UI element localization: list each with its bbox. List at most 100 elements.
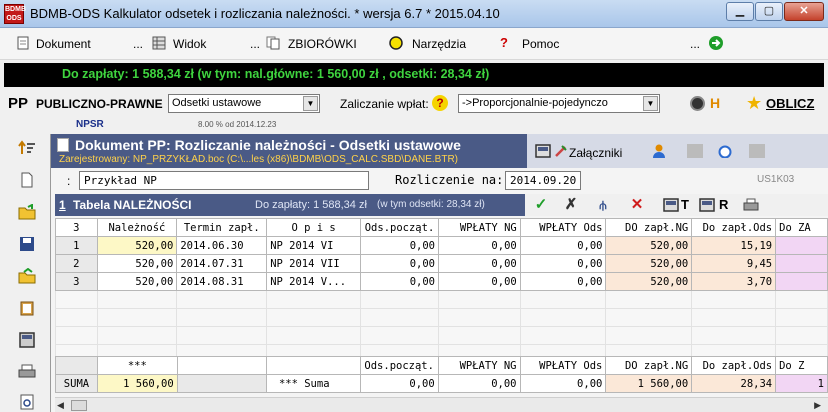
cell-payments-ods[interactable]: 0,00: [519, 272, 607, 291]
cell-amount[interactable]: 520,00: [96, 254, 178, 273]
cell-description[interactable]: NP 2014 VII: [266, 254, 362, 273]
cell-due-date[interactable]: 2014.07.31: [176, 254, 268, 273]
col-header[interactable]: WPŁATY NG: [438, 218, 521, 237]
col-header[interactable]: Do ZA: [775, 218, 828, 237]
cell-payments-ods[interactable]: 0,00: [519, 236, 607, 255]
cell-due-ng: 520,00: [605, 272, 693, 291]
attachments-button[interactable]: Załączniki: [569, 146, 622, 160]
calculator-icon[interactable]: [18, 332, 36, 348]
arrow-right-icon[interactable]: [708, 35, 724, 51]
sort-order-icon[interactable]: [18, 140, 36, 156]
cell-payments-ng[interactable]: 0,00: [438, 236, 521, 255]
menu-widok[interactable]: Widok: [173, 37, 206, 51]
sum-header: Do zapł.Ods: [691, 356, 777, 375]
table-row[interactable]: 2 520,00 2014.07.31 NP 2014 VII 0,00 0,0…: [55, 254, 828, 273]
calculator-icon[interactable]: [535, 144, 551, 158]
save-disk-icon[interactable]: [18, 236, 36, 252]
app-logo: BDMB ODS: [4, 4, 26, 24]
history-h-button[interactable]: H: [710, 95, 720, 111]
settlement-date-input[interactable]: 2014.09.20: [505, 171, 581, 190]
col-header[interactable]: WPŁATY Ods: [519, 218, 607, 237]
scroll-thumb[interactable]: [71, 400, 87, 411]
document-name-input[interactable]: Przykład NP: [79, 171, 369, 190]
close-button[interactable]: ✕: [784, 2, 824, 21]
interest-type-value: Odsetki ustawowe: [172, 97, 262, 109]
cell-initial-interest[interactable]: 0,00: [360, 236, 439, 255]
col-header[interactable]: O p i s: [266, 218, 362, 237]
oblicz-button[interactable]: OBLICZ: [766, 96, 814, 111]
chevron-down-icon[interactable]: ▼: [303, 96, 318, 111]
copy-gray-icon[interactable]: [749, 144, 765, 158]
table-name: Tabela NALEŻNOŚCI: [73, 198, 192, 212]
clipboard-icon[interactable]: [18, 300, 36, 316]
cell-due-date[interactable]: 2014.08.31: [176, 272, 268, 291]
chevron-down-icon[interactable]: ▼: [643, 96, 658, 111]
menu-dots-1[interactable]: ...: [133, 37, 143, 51]
col-header[interactable]: 3: [55, 218, 98, 237]
split-icon[interactable]: ⫛: [595, 197, 611, 213]
preview-icon[interactable]: [18, 394, 36, 410]
sum-header: WPŁATY Ods: [519, 356, 607, 375]
cell-amount[interactable]: 520,00: [96, 272, 178, 291]
export-folder-icon[interactable]: [18, 268, 36, 284]
confirm-check-icon[interactable]: ✓: [533, 197, 549, 213]
cell-payments-ng[interactable]: 0,00: [438, 254, 521, 273]
open-folder-icon[interactable]: [18, 204, 36, 220]
sum-due-total: 1: [775, 374, 828, 393]
cancel-mark-icon[interactable]: ✗: [563, 197, 579, 213]
scroll-right-arrow-icon[interactable]: ▶: [814, 400, 821, 411]
menu-pomoc[interactable]: Pomoc: [522, 37, 559, 51]
user-icon[interactable]: [651, 144, 667, 158]
menu-narzedzia[interactable]: Narzędzia: [412, 37, 466, 51]
cell-amount[interactable]: 520,00: [96, 236, 178, 255]
col-header[interactable]: Do zapł.Ods: [691, 218, 777, 237]
delete-x-icon[interactable]: ✕: [629, 197, 645, 213]
sum-initial-interest: 0,00: [359, 374, 439, 393]
horizontal-scrollbar[interactable]: ◀ ▶: [55, 397, 828, 412]
name-colon: :: [67, 174, 71, 188]
menu-dots-3[interactable]: ...: [690, 37, 700, 51]
pp-row: PP PUBLICZNO-PRAWNE Odsetki ustawowe ▼ Z…: [0, 91, 828, 117]
printer-icon[interactable]: [18, 364, 36, 380]
cell-description[interactable]: NP 2014 VI: [266, 236, 362, 255]
stopwatch-icon[interactable]: [717, 144, 733, 158]
interest-type-select[interactable]: Odsetki ustawowe ▼: [168, 94, 320, 113]
calculator-t-icon[interactable]: [663, 197, 679, 213]
menu-dots-2[interactable]: ...: [250, 37, 260, 51]
cell-payments-ods[interactable]: 0,00: [519, 254, 607, 273]
scroll-left-arrow-icon[interactable]: ◀: [57, 400, 64, 411]
cell-description[interactable]: NP 2014 V...: [266, 272, 362, 291]
cell-due-date[interactable]: 2014.06.30: [176, 236, 268, 255]
col-header[interactable]: Ods.począt.: [360, 218, 439, 237]
payment-help-icon[interactable]: ?: [432, 95, 448, 111]
name-row: : Przykład NP Rozliczenie na: 2014.09.20…: [51, 170, 828, 192]
tool-r-button[interactable]: R: [719, 197, 728, 212]
paperclip-icon[interactable]: [553, 144, 569, 158]
menu-zbiorowki[interactable]: ZBIORÓWKI: [288, 37, 357, 51]
empty-row: [55, 308, 828, 327]
calculator-r-icon[interactable]: [699, 197, 715, 213]
document-gray-icon[interactable]: [687, 144, 703, 158]
minimize-button[interactable]: ▁: [726, 2, 754, 21]
document-panel: Dokument PP: Rozliczanie należności - Od…: [50, 134, 828, 412]
menu-dokument[interactable]: Dokument: [36, 37, 91, 51]
payment-mode-select[interactable]: ->Proporcjonalnie-pojedynczo ▼: [458, 94, 660, 113]
new-document-icon[interactable]: [18, 172, 36, 188]
tool-t-button[interactable]: T: [681, 197, 689, 212]
printer-icon[interactable]: [743, 197, 759, 213]
cell-payments-ng[interactable]: 0,00: [438, 272, 521, 291]
sum-header: WPŁATY NG: [437, 356, 521, 375]
col-header[interactable]: DO zapł.NG: [605, 218, 693, 237]
cell-initial-interest[interactable]: 0,00: [360, 272, 439, 291]
table-toolbar: ✓ ✗ ⫛ ✕ T R: [525, 194, 828, 216]
document-icon: [17, 36, 29, 50]
table-row[interactable]: 1 520,00 2014.06.30 NP 2014 VI 0,00 0,00…: [55, 236, 828, 255]
col-header[interactable]: Termin zapł.: [176, 218, 268, 237]
table-row[interactable]: 3 520,00 2014.08.31 NP 2014 V... 0,00 0,…: [55, 272, 828, 291]
col-header[interactable]: Należność: [96, 218, 178, 237]
maximize-button[interactable]: ▢: [755, 2, 783, 21]
pp-code: PP: [8, 95, 29, 112]
cell-initial-interest[interactable]: 0,00: [360, 254, 439, 273]
star-icon[interactable]: ★: [746, 93, 762, 114]
history-clock-icon[interactable]: [690, 96, 705, 111]
